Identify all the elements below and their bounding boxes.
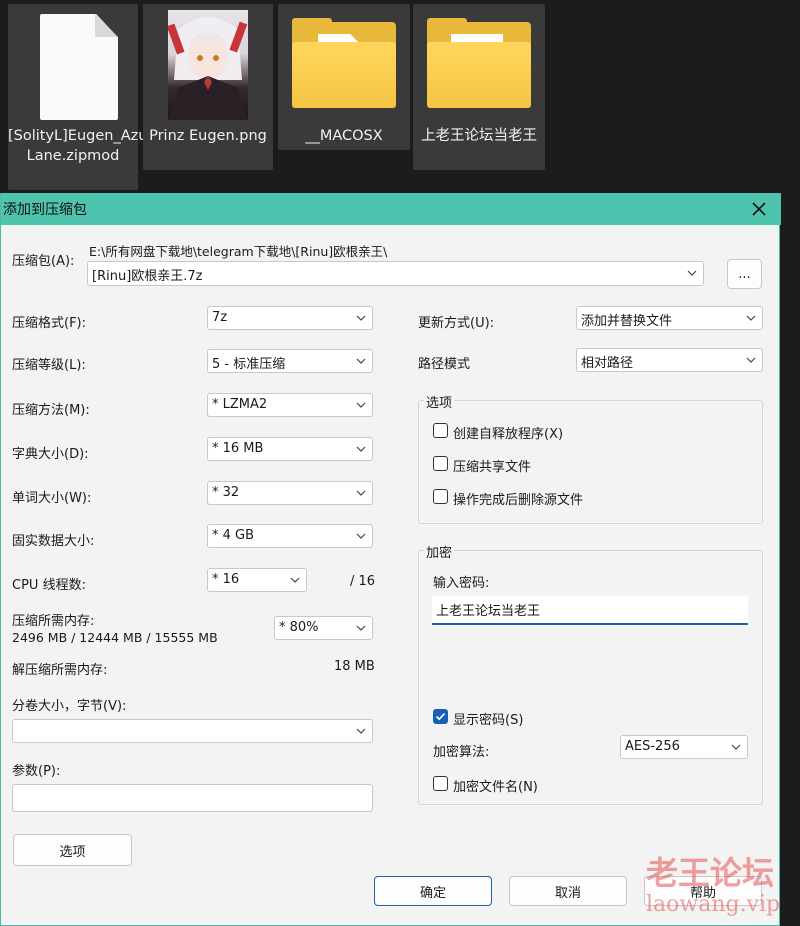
mem-decompress-label: 解压缩所需内存:: [12, 663, 108, 678]
word-value: * 32: [212, 485, 240, 500]
dict-combo[interactable]: * 16 MB: [207, 437, 373, 461]
mem-compress-label: 压缩所需内存:: [12, 614, 95, 629]
delete-source-label: 操作完成后删除源文件: [453, 493, 584, 508]
path-mode-combo[interactable]: 相对路径: [576, 348, 763, 372]
options-group-title: 选项: [424, 392, 455, 411]
mem-decompress-value: 18 MB: [334, 659, 375, 674]
threads-label: CPU 线程数:: [12, 578, 86, 593]
path-mode-label: 路径模式: [418, 357, 471, 372]
folder-front: [427, 42, 531, 108]
file-label: [SolityL]Eugen_Azur Lane.zipmod: [8, 128, 154, 164]
word-combo[interactable]: * 32: [207, 481, 373, 505]
mem-compress-detail: 2496 MB / 12444 MB / 15555 MB: [12, 630, 218, 645]
dict-value: * 16 MB: [212, 441, 264, 456]
mem-compress-combo[interactable]: * 80%: [274, 616, 373, 640]
threads-value: * 16: [212, 572, 240, 587]
solid-label: 固实数据大小:: [12, 534, 95, 549]
chevron-down-icon: [356, 315, 366, 321]
format-combo[interactable]: 7z: [207, 306, 373, 330]
word-label: 单词大小(W):: [12, 491, 92, 506]
show-password-label: 显示密码(S): [453, 713, 524, 728]
level-value: 5 - 标准压缩: [212, 357, 286, 372]
watermark-en: laowang.vip: [646, 892, 781, 917]
chevron-down-icon: [356, 402, 366, 408]
chevron-down-icon: [746, 357, 756, 363]
algorithm-label: 加密算法:: [433, 745, 490, 760]
archive-path: E:\所有网盘下载地\telegram下载地\[Rinu]欧根亲王\: [89, 244, 388, 259]
algorithm-combo[interactable]: AES-256: [620, 735, 748, 759]
image-thumbnail: [168, 10, 248, 120]
chevron-down-icon: [290, 577, 300, 583]
path-mode-value: 相对路径: [581, 356, 634, 371]
checkmark-icon: [435, 712, 446, 721]
chevron-down-icon: [356, 446, 366, 452]
chevron-down-icon: [731, 744, 741, 750]
file-label: Prinz Eugen.png: [149, 128, 267, 144]
update-label: 更新方式(U):: [418, 316, 495, 331]
level-label: 压缩等级(L):: [12, 358, 86, 373]
chevron-down-icon: [687, 270, 697, 276]
chevron-down-icon: [356, 728, 366, 734]
folder-macosx[interactable]: __MACOSX: [278, 4, 410, 150]
chevron-down-icon: [356, 533, 366, 539]
params-input[interactable]: [12, 784, 373, 812]
solid-combo[interactable]: * 4 GB: [207, 524, 373, 548]
ok-button[interactable]: 确定: [374, 876, 492, 906]
sfx-checkbox[interactable]: [433, 423, 448, 438]
file-zipmod[interactable]: [SolityL]Eugen_Azur Lane.zipmod: [8, 4, 154, 190]
cancel-button[interactable]: 取消: [509, 876, 627, 906]
password-label: 输入密码:: [433, 576, 490, 591]
format-label: 压缩格式(F):: [12, 316, 87, 331]
show-password-checkbox[interactable]: [433, 709, 448, 724]
method-value: * LZMA2: [212, 397, 268, 412]
file-label: 上老王论坛当老王: [421, 128, 537, 144]
chevron-down-icon: [356, 490, 366, 496]
folder-laowang[interactable]: 上老王论坛当老王: [413, 4, 545, 170]
encrypt-names-label: 加密文件名(N): [453, 780, 538, 795]
params-label: 参数(P):: [12, 764, 61, 779]
password-value: 上老王论坛当老王: [436, 604, 541, 619]
close-button[interactable]: [744, 193, 774, 225]
solid-value: * 4 GB: [212, 528, 255, 543]
chevron-down-icon: [746, 315, 756, 321]
document-fold: [95, 14, 118, 37]
format-value: 7z: [212, 310, 228, 325]
folder-front: [292, 42, 396, 108]
file-label: __MACOSX: [305, 128, 383, 144]
dialog-title: 添加到压缩包: [3, 202, 87, 218]
encrypt-names-checkbox[interactable]: [433, 776, 448, 791]
archive-label: 压缩包(A):: [12, 254, 75, 269]
volume-label: 分卷大小，字节(V):: [12, 699, 127, 714]
method-combo[interactable]: * LZMA2: [207, 393, 373, 417]
threads-max: / 16: [350, 574, 376, 589]
shared-label: 压缩共享文件: [453, 460, 532, 475]
dict-label: 字典大小(D):: [12, 447, 89, 462]
options-button[interactable]: 选项: [13, 834, 132, 866]
threads-combo[interactable]: * 16: [207, 568, 307, 592]
volume-combo[interactable]: [12, 719, 373, 743]
chevron-down-icon: [356, 625, 366, 631]
level-combo[interactable]: 5 - 标准压缩: [207, 349, 373, 373]
method-label: 压缩方法(M):: [12, 403, 90, 418]
sfx-label: 创建自释放程序(X): [453, 427, 564, 442]
close-icon: [752, 202, 766, 216]
watermark-cn: 老王论坛: [646, 854, 775, 892]
shared-checkbox[interactable]: [433, 456, 448, 471]
password-input[interactable]: 上老王论坛当老王: [432, 596, 748, 625]
update-combo[interactable]: 添加并替换文件: [576, 306, 763, 330]
file-prinz-eugen-png[interactable]: Prinz Eugen.png: [143, 4, 273, 170]
mem-compress-value: * 80%: [279, 620, 319, 635]
dialog-titlebar[interactable]: 添加到压缩包: [1, 193, 781, 225]
algorithm-value: AES-256: [625, 739, 680, 754]
browse-button[interactable]: ...: [727, 259, 762, 289]
update-value: 添加并替换文件: [581, 314, 673, 329]
chevron-down-icon: [356, 358, 366, 364]
archive-name-value: [Rinu]欧根亲王.7z: [92, 269, 203, 284]
delete-source-checkbox[interactable]: [433, 489, 448, 504]
encryption-group-title: 加密: [424, 542, 455, 561]
archive-name-combo[interactable]: [Rinu]欧根亲王.7z: [87, 261, 704, 286]
